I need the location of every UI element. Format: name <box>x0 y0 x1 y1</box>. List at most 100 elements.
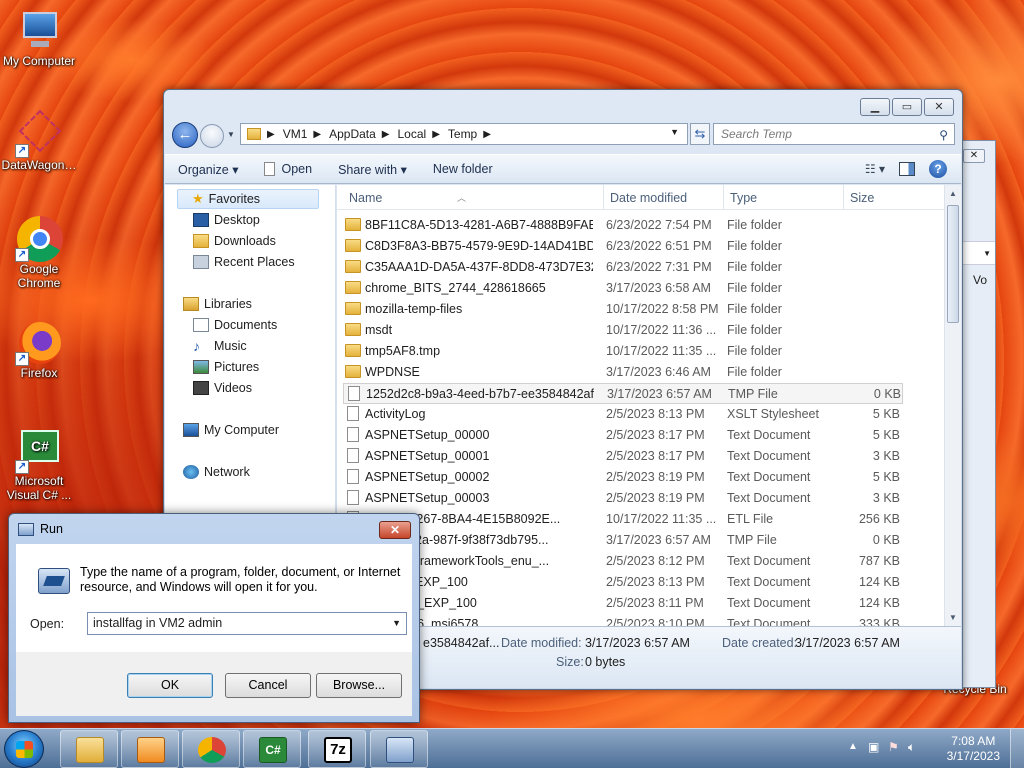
scroll-down-icon[interactable]: ▼ <box>949 613 957 622</box>
chevron-down-icon[interactable]: ▼ <box>670 127 679 137</box>
open-combobox[interactable]: installfag in VM2 admin ▼ <box>87 612 407 635</box>
nav-desktop[interactable]: Desktop <box>193 210 260 230</box>
start-button[interactable] <box>4 730 44 768</box>
folder-row[interactable]: tmp5AF8.tmp 10/17/2022 11:35 ... File fold… <box>343 341 903 362</box>
breadcrumb-appdata[interactable]: AppData <box>329 127 376 141</box>
share-with-button[interactable]: Share with ▾ <box>325 162 420 177</box>
column-header-date[interactable]: Date modified <box>610 191 687 205</box>
background-window[interactable]: ✕ ▼ Vo <box>958 140 996 688</box>
browse-button[interactable]: Browse... <box>316 673 402 698</box>
ok-button[interactable]: OK <box>127 673 213 698</box>
taskbar-run[interactable] <box>370 730 428 768</box>
file-date: 6/23/2022 7:31 PM <box>606 260 712 274</box>
taskbar-visual-csharp[interactable]: C# <box>243 730 301 768</box>
nav-libraries[interactable]: Libraries <box>183 294 252 314</box>
address-bar[interactable]: ▶ VM1 ▶ AppData ▶ Local ▶ Temp ▶ ▼ <box>240 123 688 145</box>
breadcrumb-vm1[interactable]: VM1 <box>283 127 308 141</box>
file-row[interactable]: ASPNETSetup_00000 2/5/2023 8:17 PM Text Do… <box>343 425 903 446</box>
desktop-icon-my-computer[interactable]: My Computer <box>0 8 78 68</box>
new-folder-button[interactable]: New folder <box>420 162 506 176</box>
action-center-icon[interactable]: ⚑ <box>888 740 899 754</box>
column-header-type[interactable]: Type <box>730 191 757 205</box>
file-row[interactable]: 1252d2c8-b9a3-4eed-b7b7-ee3584842afb... 3… <box>343 383 903 404</box>
folder-row[interactable]: 8BF11C8A-5D13-4281-A6B7-4888B9FAB8... 6/2… <box>343 215 903 236</box>
open-input-value[interactable]: installfag in VM2 admin <box>93 616 222 630</box>
breadcrumb-local[interactable]: Local <box>398 127 427 141</box>
minimize-button[interactable]: ▁ <box>860 98 890 116</box>
open-button[interactable]: Open <box>251 162 325 176</box>
desktop-icon-visual-csharp[interactable]: C# ↗ Microsoft Visual C# ... <box>0 428 78 502</box>
network-tray-icon[interactable]: ▣ <box>868 740 879 754</box>
close-button[interactable]: ✕ <box>924 98 954 116</box>
file-row[interactable]: eck_VB_EXP_1002/5/2023 8:13 PMText Docum… <box>343 572 903 593</box>
volume-icon[interactable]: 🔈︎ <box>908 740 915 755</box>
file-row[interactable]: eck_VCS_EXP_100 2/5/2023 8:11 PM Text Docu… <box>343 593 903 614</box>
file-row[interactable]: 3-8B57-4267-8BA4-4E15B8092E... 10/17/2022… <box>343 509 903 530</box>
refresh-button[interactable]: ⇆ <box>690 123 710 145</box>
nav-recent-places[interactable]: Recent Places <box>193 252 295 272</box>
breadcrumb-separator: ▶ <box>432 128 440 140</box>
nav-network[interactable]: Network <box>183 462 250 482</box>
nav-pictures[interactable]: Pictures <box>193 357 259 377</box>
taskbar-chrome[interactable] <box>182 730 240 768</box>
nav-music[interactable]: ♪ Music <box>193 336 247 356</box>
help-icon[interactable]: ? <box>929 160 947 178</box>
file-row[interactable]: ASPNETSetup_00001 2/5/2023 8:17 PM Text Do… <box>343 446 903 467</box>
file-row[interactable]: ASPNETSetup_00003 2/5/2023 8:19 PM Text Do… <box>343 488 903 509</box>
file-row[interactable]: ETEntityFrameworkTools_enu_... 2/5/2023 8… <box>343 551 903 572</box>
cancel-button[interactable]: Cancel <box>225 673 311 698</box>
close-icon[interactable]: ✕ <box>963 149 985 163</box>
back-button[interactable]: ← <box>172 122 198 148</box>
search-input[interactable]: Search Temp ⚲ <box>713 123 955 145</box>
desktop-icon-datawagon[interactable]: ↗ DataWagon… <box>0 109 78 172</box>
run-dialog[interactable]: Run ✕ Type the name of a program, folder… <box>8 513 420 723</box>
folder-row[interactable]: chrome_BITS_2744_428618665 3/17/2023 6:58… <box>343 278 903 299</box>
organize-button[interactable]: Organize ▾ <box>165 162 251 177</box>
nav-videos[interactable]: Videos <box>193 378 252 398</box>
search-icon[interactable]: ⚲ <box>939 125 948 145</box>
chevron-down-icon[interactable]: ▼ <box>392 613 401 634</box>
file-row[interactable]: -1730-4d2a-987f-9f38f73db795... 3/17/2023… <box>343 530 903 551</box>
file-list: Name ︿ Date modified Type Size 8BF11C8A-… <box>337 185 961 626</box>
desktop-icon-google-chrome[interactable]: ↗ Google Chrome <box>0 216 78 290</box>
nav-my-computer[interactable]: My Computer <box>183 420 279 440</box>
view-options-icon[interactable]: ☷ ▾ <box>865 162 885 176</box>
clock[interactable]: 7:08 AM 3/17/2023 <box>947 734 1000 764</box>
nav-downloads[interactable]: Downloads <box>193 231 276 251</box>
maximize-button[interactable]: ▭ <box>892 98 922 116</box>
nav-documents[interactable]: Documents <box>193 315 277 335</box>
close-button[interactable]: ✕ <box>379 521 411 539</box>
folder-row[interactable]: WPDNSE 3/17/2023 6:46 AM File folder <box>343 362 903 383</box>
desktop-icon-firefox[interactable]: ↗ Firefox <box>0 320 78 380</box>
nav-favorites[interactable]: ★ Favorites <box>177 189 319 209</box>
scroll-up-icon[interactable]: ▲ <box>949 189 957 198</box>
taskbar-7zip[interactable]: 7z <box>308 730 366 768</box>
recent-places-icon <box>193 255 209 269</box>
desktop-icon-label: DataWagon… <box>1 158 77 172</box>
taskbar-explorer[interactable] <box>60 730 118 768</box>
computer-icon <box>183 423 199 437</box>
folder-row[interactable]: C35AAA1D-DA5A-437F-8DD8-473D7E327... 6/23… <box>343 257 903 278</box>
scrollbar-thumb[interactable] <box>947 205 959 323</box>
file-type: TMP File <box>728 387 778 401</box>
column-header-size[interactable]: Size <box>850 191 874 205</box>
folder-row[interactable]: mozilla-temp-files 10/17/2022 8:58 PM File… <box>343 299 903 320</box>
nav-label: Libraries <box>204 297 252 311</box>
preview-pane-icon[interactable] <box>899 162 915 176</box>
folder-row[interactable]: msdt 10/17/2022 11:36 ... File folder <box>343 320 903 341</box>
file-row[interactable]: hared_x86_msi6578 2/5/2023 8:10 PM Text Do… <box>343 614 903 626</box>
show-desktop-button[interactable] <box>1010 729 1024 768</box>
vertical-scrollbar[interactable]: ▲ ▼ <box>944 185 961 626</box>
taskbar-media-player[interactable] <box>121 730 179 768</box>
forward-button[interactable] <box>200 124 224 148</box>
run-icon <box>18 522 34 536</box>
file-row[interactable]: ASPNETSetup_00002 2/5/2023 8:19 PM Text Do… <box>343 467 903 488</box>
recent-pages-dropdown[interactable]: ▼ <box>227 130 235 139</box>
breadcrumb-temp[interactable]: Temp <box>448 127 477 141</box>
file-row[interactable]: ActivityLog 2/5/2023 8:13 PM XSLT Styleshe… <box>343 404 903 425</box>
tray-overflow-icon[interactable]: ▲ <box>848 741 858 752</box>
chevron-down-icon[interactable]: ▼ <box>959 241 995 265</box>
column-header-name[interactable]: Name <box>349 191 382 205</box>
folder-row[interactable]: C8D3F8A3-BB75-4579-9E9D-14AD41BD3... 6/23… <box>343 236 903 257</box>
file-size: 5 KB <box>872 428 900 442</box>
